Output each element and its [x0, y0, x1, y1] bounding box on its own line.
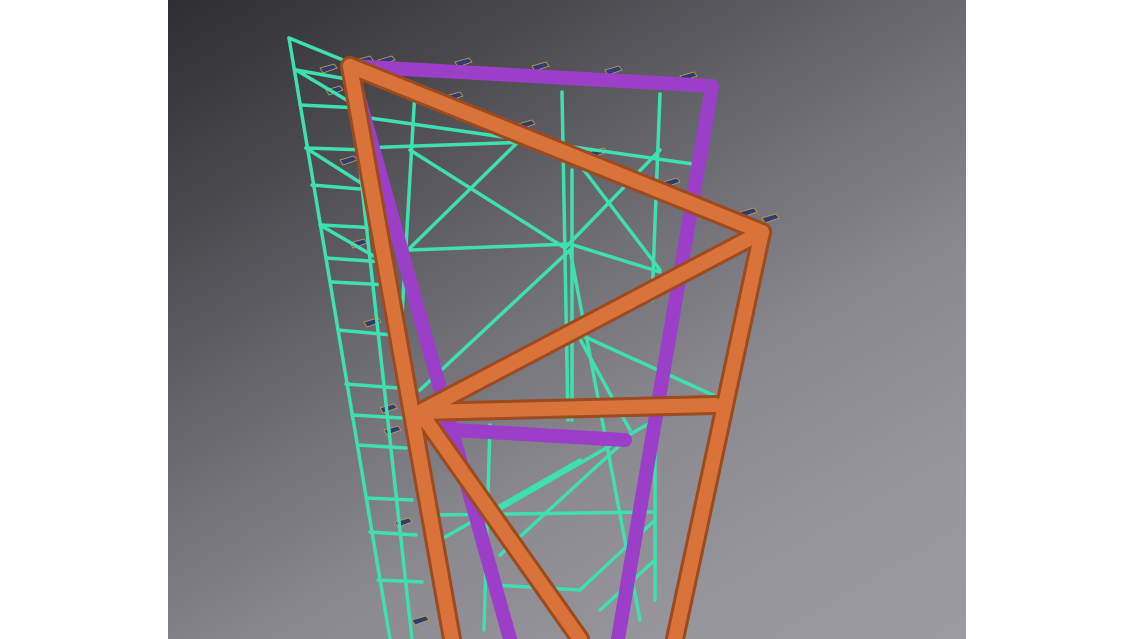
bracing-member — [336, 328, 394, 337]
bracing-member — [578, 518, 657, 592]
bracket-clip — [761, 213, 780, 224]
bracing-member — [408, 148, 567, 250]
bracket-clip — [411, 615, 430, 626]
cad-3d-viewport[interactable] — [168, 0, 966, 639]
bracing-member — [344, 382, 400, 390]
bracket-clip — [383, 425, 402, 436]
bracing-member — [408, 138, 522, 250]
bracing-member — [376, 578, 424, 584]
bracket-clip — [319, 63, 338, 74]
bracing-member — [368, 530, 418, 537]
truss-model — [287, 36, 780, 639]
bracing-member — [287, 36, 345, 62]
bracing-member — [408, 242, 572, 252]
bracing-member — [287, 36, 392, 639]
orange-frame-member — [668, 225, 769, 639]
orange-frame-member — [413, 225, 769, 419]
bracket-clip — [339, 155, 358, 166]
bracing-member — [350, 413, 404, 420]
bracing-member — [356, 443, 408, 450]
bracing-member — [358, 140, 532, 150]
orange-frame-member — [413, 398, 722, 419]
bracing-member — [364, 496, 414, 502]
bracing-member — [568, 242, 662, 274]
page — [0, 0, 1136, 639]
